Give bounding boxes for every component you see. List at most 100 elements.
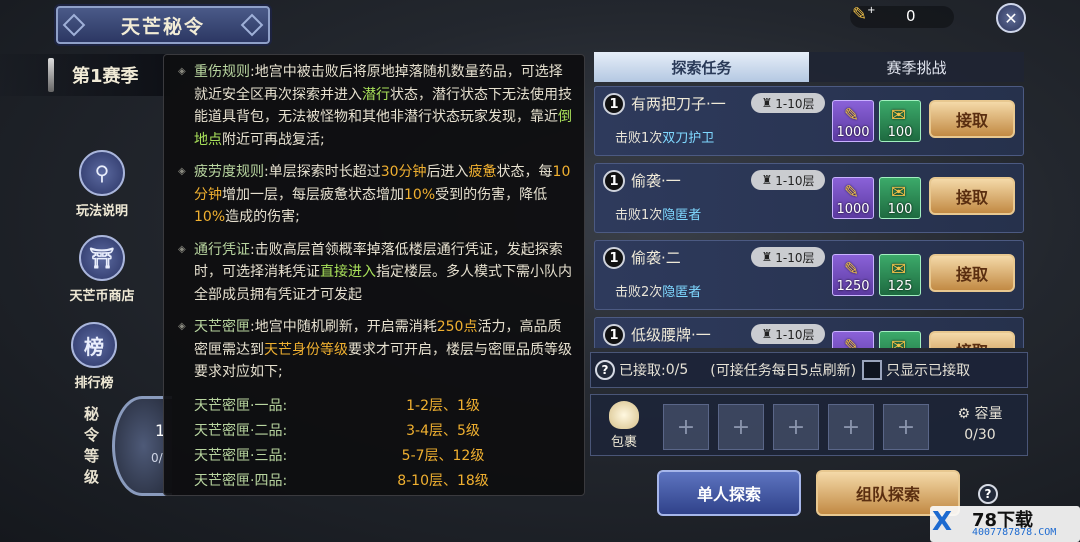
quest-item: 1 偷袭·二 ♜ 1-10层 击败2次隐匿者 ✎ 1250 ✉ 125 接取 (594, 240, 1024, 310)
lock-icon: ♜ (761, 96, 773, 110)
quest-item: 1 低级腰牌·一 ♜1-10层 ✎ ✉ 接取 (594, 317, 1024, 348)
rule-heading: 疲劳度规则 (194, 164, 264, 180)
rule-text: 附近可再战复活; (222, 131, 325, 148)
quest-floor: 1-10层 (775, 173, 815, 188)
bag-slot[interactable]: + (773, 404, 819, 450)
feather-icon: ✎ (844, 259, 860, 280)
quest-number: 1 (603, 170, 625, 192)
sidebar-item-shop[interactable]: ⛩ 天芒币商店 (52, 235, 152, 304)
help-icon[interactable]: ? (595, 360, 615, 380)
only-accepted-checkbox[interactable] (862, 360, 883, 380)
bag-icon (609, 401, 639, 429)
tier-row: 天芒密匣·二品: 3-4层、5级 (178, 419, 574, 443)
rule-heading: 通行凭证 (194, 241, 250, 258)
tab-season-challenge[interactable]: 赛季挑战 (809, 52, 1024, 82)
accept-button[interactable]: 接取 (929, 177, 1015, 215)
capacity-value: 0/30 (964, 427, 996, 443)
rule-text: 后进入 (426, 164, 469, 180)
tier-value: 8-10层、18级 (397, 472, 489, 489)
reward-slot[interactable]: ✉ (879, 331, 921, 348)
rule-text: 状态，每 (496, 164, 553, 180)
tier-name: 天芒密匣·二品: (194, 422, 288, 439)
quest-item: 1 偷袭·一 ♜ 1-10层 击败1次隐匿者 ✎ 1000 ✉ 100 接取 (594, 163, 1024, 233)
scroll-icon: ✉ (891, 105, 907, 126)
page-title: 天芒秘令 (120, 15, 205, 38)
currency-value: 0 (906, 7, 916, 25)
rule-text: :地宫中随机刷新，开启需消耗 (250, 319, 437, 335)
quest-task: 击败1次隐匿者 (615, 204, 701, 223)
reward-amount: 1250 (836, 279, 870, 294)
reward-amount: 125 (887, 279, 913, 294)
bag-label: 包裹 (610, 435, 637, 450)
sidebar-item-label: 排行榜 (74, 376, 114, 391)
bag-slot[interactable]: + (828, 404, 874, 450)
quest-task-target: 双刀护卫 (662, 131, 715, 146)
rule-highlight: 250点 (436, 319, 478, 335)
tier-name: 天芒密匣·四品: (194, 472, 288, 489)
quest-title: 有两把刀子·一 (631, 95, 726, 113)
reward-slot[interactable]: ✉ 100 (879, 177, 921, 219)
sidebar-item-ranking[interactable]: 榜 排行榜 (52, 322, 136, 391)
rule-highlight: 30分钟 (380, 164, 427, 180)
scroll-icon: ✉ (891, 259, 907, 280)
reward-slot[interactable]: ✎ 1000 (832, 100, 874, 142)
reward-slot[interactable]: ✎ 1000 (832, 177, 874, 219)
help-button[interactable]: ? (978, 484, 998, 504)
quest-number: 1 (603, 324, 625, 346)
sidebar-item-label: 天芒币商店 (69, 289, 135, 304)
sidebar-item-rules[interactable]: ⚲ 玩法说明 (60, 150, 144, 219)
watermark: X 78下载 4007787878.COM (930, 506, 1080, 542)
solo-explore-button[interactable]: 单人探索 (657, 470, 801, 516)
rank-progress: 0/ (151, 451, 163, 465)
quest-task: 击败1次双刀护卫 (615, 127, 714, 146)
tier-value: 3-4层、5级 (406, 422, 480, 439)
reward-slot[interactable]: ✎ (832, 331, 874, 348)
bag-slot[interactable]: + (883, 404, 929, 450)
rule-text: 增加一层，每层疲惫状态增加 (222, 186, 404, 203)
quest-number: 1 (603, 247, 625, 269)
quest-task-prefix: 击败1次 (615, 208, 663, 223)
quest-floor-badge: ♜ 1-10层 (751, 170, 825, 190)
tier-row: 天芒密匣·三品: 5-7层、12级 (178, 444, 574, 468)
tier-value: 5-7层、12级 (401, 447, 485, 464)
ornament-icon (240, 13, 264, 37)
quest-task-target: 隐匿者 (662, 285, 702, 300)
rule-injury: 重伤规则:地宫中被击败后将原地掉落随机数量药品，可选择就近安全区再次探索并进入潜… (178, 61, 574, 151)
reward-slot[interactable]: ✎ 1250 (832, 254, 874, 296)
only-accepted-label: 只显示已接取 (886, 363, 971, 379)
quest-task-prefix: 击败1次 (615, 131, 663, 146)
bag-slot[interactable]: + (718, 404, 764, 450)
reward-slot[interactable]: ✉ 125 (879, 254, 921, 296)
scroll-icon: ✉ (891, 336, 907, 348)
tier-name: 天芒密匣·一品: (194, 397, 288, 414)
close-icon: ✕ (1004, 8, 1018, 28)
bag-button[interactable]: 包裹 (595, 399, 653, 453)
quest-floor-badge: ♜ 1-10层 (751, 93, 825, 113)
sword-icon (48, 58, 54, 92)
feather-add-icon[interactable]: ✎+ (852, 4, 875, 25)
rule-highlight: 潜行 (362, 86, 390, 103)
ornament-icon (62, 13, 86, 37)
tier-value: 1-2层、1级 (406, 397, 480, 414)
accept-button[interactable]: 接取 (929, 254, 1015, 292)
feather-icon: ✎ (844, 336, 860, 348)
accept-button[interactable]: 接取 (929, 331, 1015, 348)
rule-text: 造成的伤害; (225, 209, 300, 225)
quest-list[interactable]: 1 有两把刀子·一 ♜ 1-10层 击败1次双刀护卫 ✎ 1000 ✉ 100 接取 … (594, 86, 1024, 348)
tab-explore-tasks[interactable]: 探索任务 (594, 52, 809, 82)
accept-button[interactable]: 接取 (929, 100, 1015, 138)
scroll-icon: ⚲ (79, 150, 125, 196)
refresh-note: (可接任务每日5点刷新) (710, 363, 857, 379)
quest-floor: 1-10层 (775, 250, 815, 265)
quest-task: 击败2次隐匿者 (615, 281, 701, 300)
quest-floor-badge: ♜ 1-10层 (751, 247, 825, 267)
reward-slot[interactable]: ✉ 100 (879, 100, 921, 142)
feather-icon: ✎ (844, 182, 860, 203)
rule-pass: 通行凭证:击败高层首领概率掉落低楼层通行凭证，发起探索时，可选择消耗凭证直接进入… (178, 239, 574, 307)
accepted-count: 0/5 (665, 362, 689, 378)
bag-slot[interactable]: + (663, 404, 709, 450)
rule-highlight: 10% (194, 209, 226, 225)
shop-icon: ⛩ (79, 235, 125, 281)
close-button[interactable]: ✕ (996, 3, 1026, 33)
lock-icon: ♜ (761, 250, 773, 264)
